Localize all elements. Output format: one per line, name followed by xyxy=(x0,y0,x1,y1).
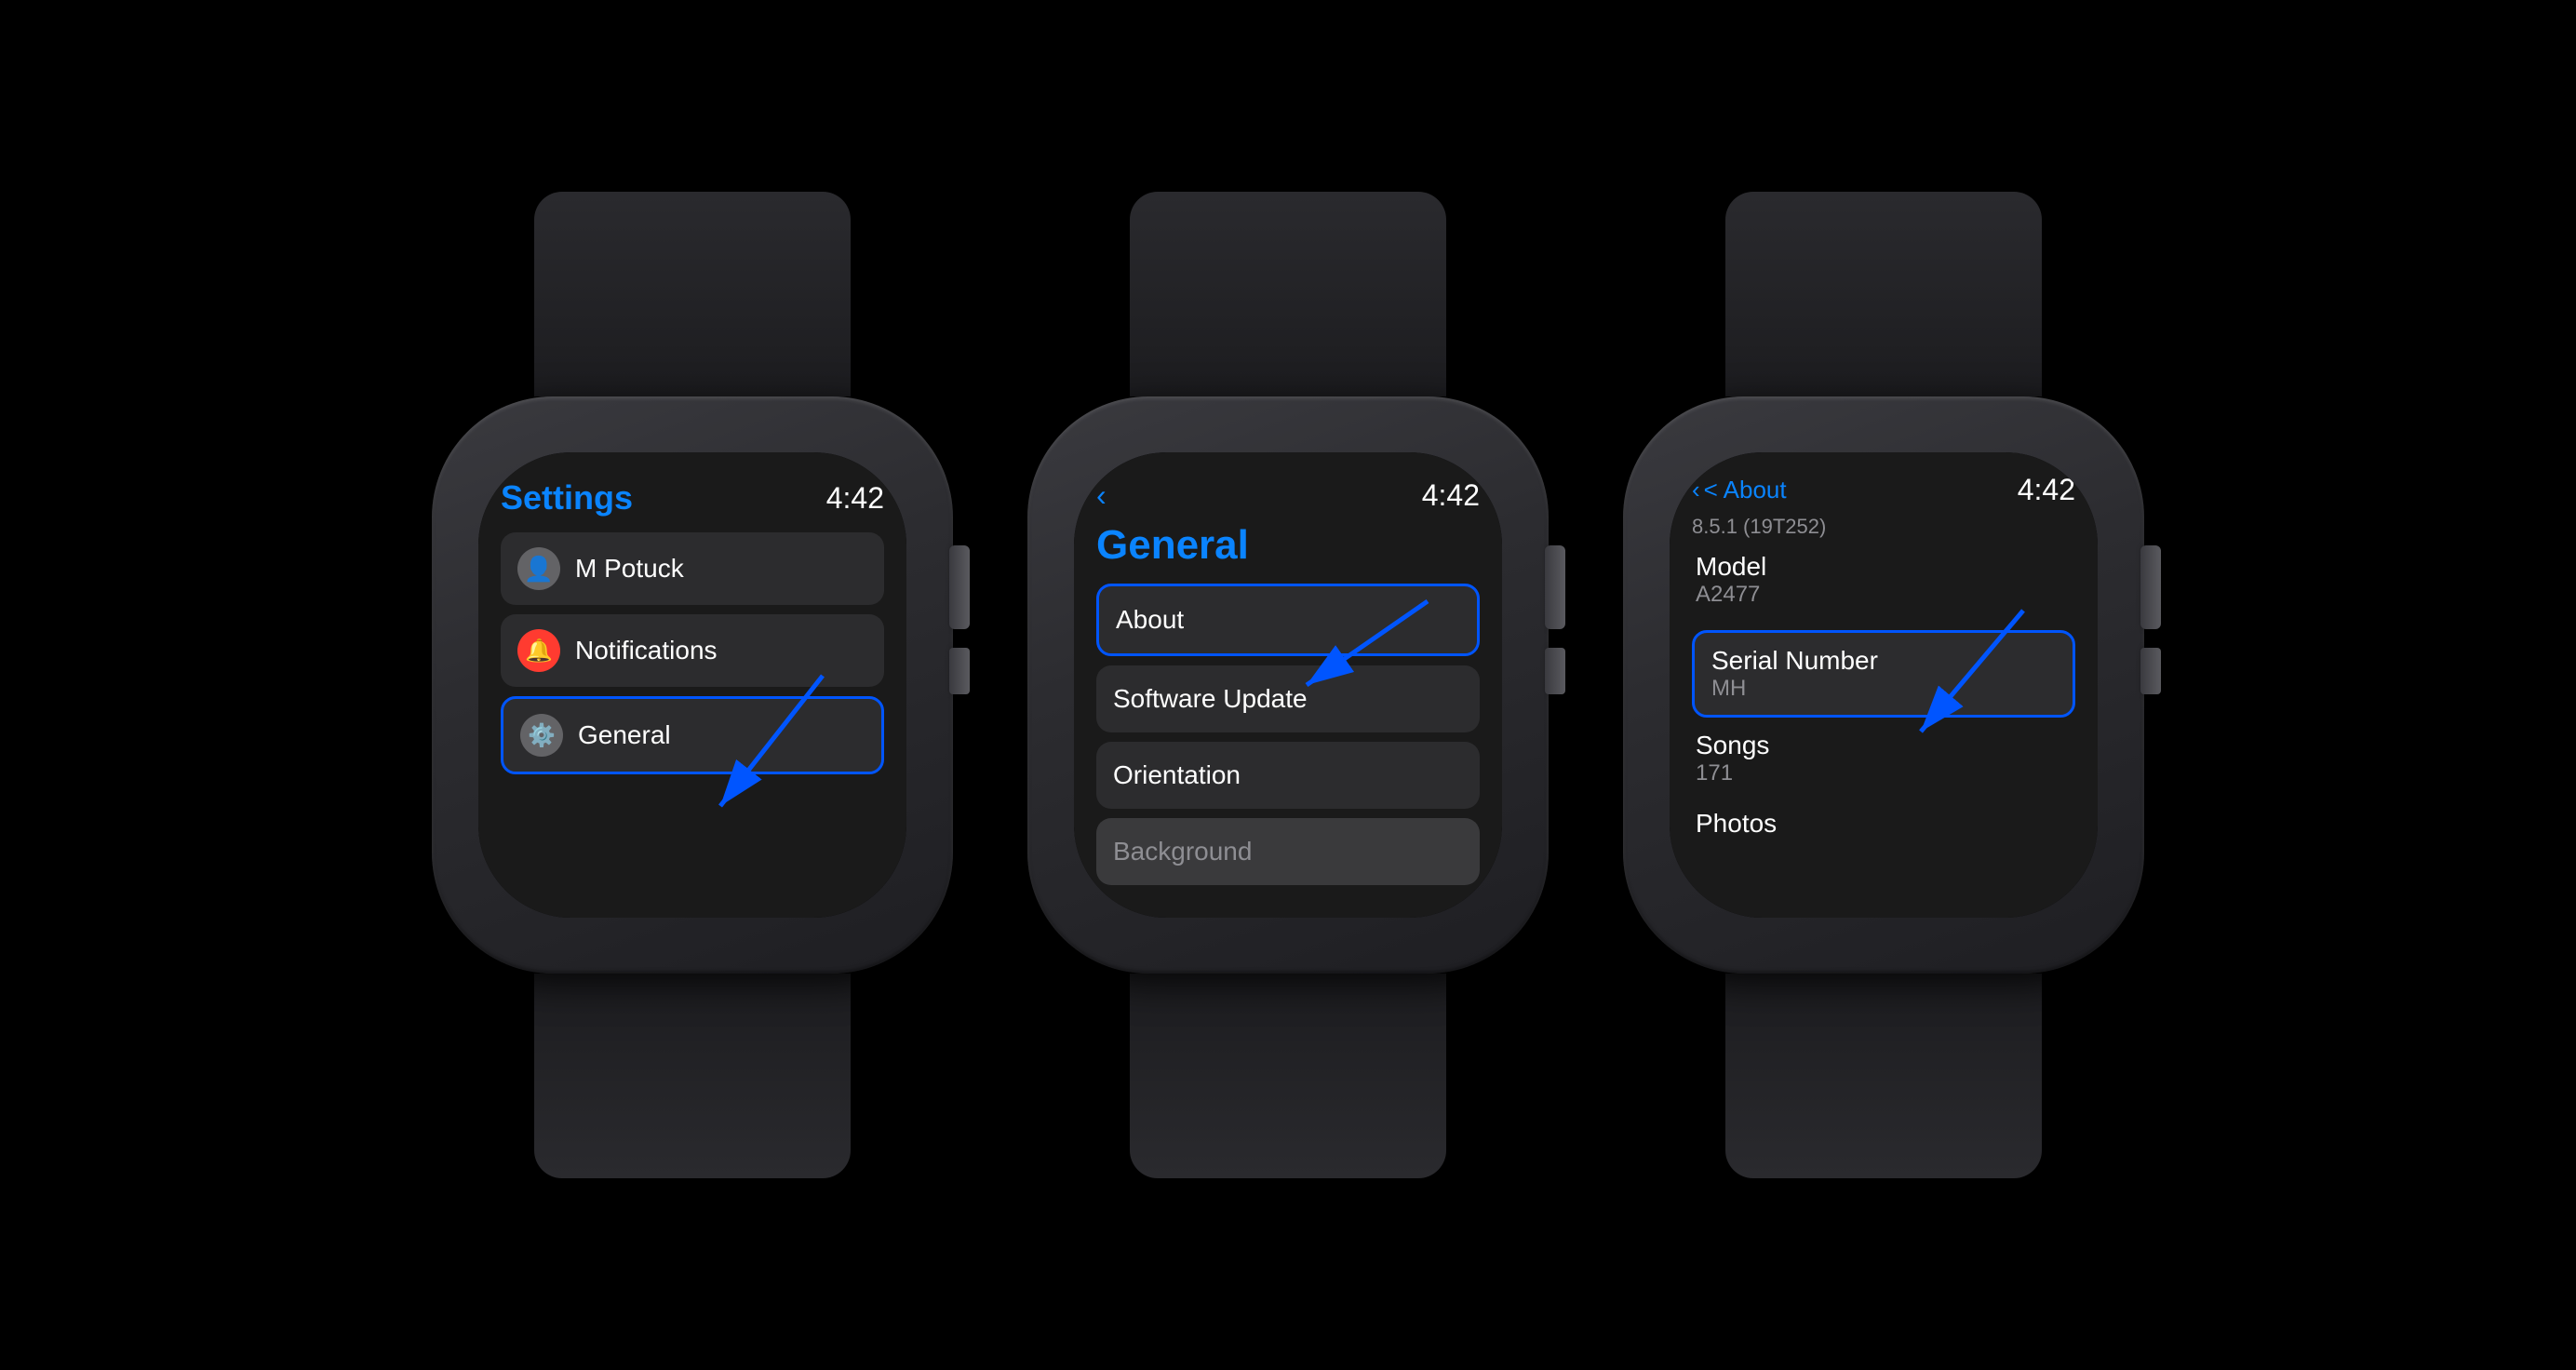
about-time: 4:42 xyxy=(2018,473,2075,507)
band-top-3 xyxy=(1725,192,2042,396)
settings-header: Settings 4:42 xyxy=(501,478,884,517)
model-label: Model xyxy=(1696,552,2072,582)
version-text: 8.5.1 (19T252) xyxy=(1692,515,2075,539)
band-top-1 xyxy=(534,192,851,396)
settings-item-profile[interactable]: 👤 M Potuck xyxy=(501,532,884,605)
crown-2 xyxy=(1545,545,1565,629)
back-label: < About xyxy=(1704,476,1787,504)
notifications-icon: 🔔 xyxy=(517,629,560,672)
watch-screen-2: ‹ 4:42 General About Software Update Ori… xyxy=(1074,452,1502,918)
general-item-software-update[interactable]: Software Update xyxy=(1096,665,1480,732)
songs-value: 171 xyxy=(1696,760,2072,786)
about-label: About xyxy=(1116,605,1184,634)
general-label: General xyxy=(578,720,671,750)
side-button-3 xyxy=(2140,648,2161,694)
back-button-general[interactable]: ‹ xyxy=(1096,478,1107,513)
watch-2: ‹ 4:42 General About Software Update Ori… xyxy=(1027,192,1549,1178)
orientation-label: Orientation xyxy=(1113,760,1241,789)
photos-row: Photos xyxy=(1692,809,2075,839)
serial-value: MH xyxy=(1711,676,2056,702)
general-header: ‹ 4:42 xyxy=(1096,478,1480,513)
notifications-label: Notifications xyxy=(575,636,718,665)
profile-label: M Potuck xyxy=(575,554,684,584)
about-header: ‹ < About 4:42 xyxy=(1692,473,2075,507)
band-bottom-2 xyxy=(1130,974,1446,1178)
general-item-background[interactable]: Background xyxy=(1096,818,1480,885)
serial-number-row[interactable]: Serial Number MH xyxy=(1692,630,2075,718)
band-bottom-1 xyxy=(534,974,851,1178)
general-item-about[interactable]: About xyxy=(1096,584,1480,656)
side-button-2 xyxy=(1545,648,1565,694)
model-value: A2477 xyxy=(1696,582,2072,608)
background-label: Background xyxy=(1113,837,1252,866)
serial-label: Serial Number xyxy=(1711,646,2056,676)
back-chevron-icon: ‹ xyxy=(1692,476,1700,504)
general-icon: ⚙️ xyxy=(520,714,563,757)
band-bottom-3 xyxy=(1725,974,2042,1178)
watch-case-2: ‹ 4:42 General About Software Update Ori… xyxy=(1027,396,1549,974)
watch-case-1: Settings 4:42 👤 M Potuck 🔔 Notifications… xyxy=(432,396,953,974)
songs-label: Songs xyxy=(1696,731,2072,760)
settings-time: 4:42 xyxy=(826,481,884,516)
side-button-1 xyxy=(949,648,970,694)
general-item-orientation[interactable]: Orientation xyxy=(1096,742,1480,809)
crown-3 xyxy=(2140,545,2161,629)
back-button-about[interactable]: ‹ < About xyxy=(1692,476,1787,504)
watch-3: ‹ < About 4:42 8.5.1 (19T252) Model A247… xyxy=(1623,192,2144,1178)
watch-screen-3: ‹ < About 4:42 8.5.1 (19T252) Model A247… xyxy=(1670,452,2098,918)
settings-item-general[interactable]: ⚙️ General xyxy=(501,696,884,774)
settings-title: Settings xyxy=(501,478,633,517)
model-row: Model A2477 xyxy=(1692,552,2075,608)
photos-label: Photos xyxy=(1696,809,2072,839)
software-update-label: Software Update xyxy=(1113,684,1308,713)
watch-1: Settings 4:42 👤 M Potuck 🔔 Notifications… xyxy=(432,192,953,1178)
general-time: 4:42 xyxy=(1422,478,1480,513)
watch-screen-1: Settings 4:42 👤 M Potuck 🔔 Notifications… xyxy=(478,452,906,918)
band-top-2 xyxy=(1130,192,1446,396)
songs-row: Songs 171 xyxy=(1692,731,2075,786)
general-title: General xyxy=(1096,522,1480,569)
watch-case-3: ‹ < About 4:42 8.5.1 (19T252) Model A247… xyxy=(1623,396,2144,974)
crown-1 xyxy=(949,545,970,629)
profile-avatar: 👤 xyxy=(517,547,560,590)
settings-item-notifications[interactable]: 🔔 Notifications xyxy=(501,614,884,687)
